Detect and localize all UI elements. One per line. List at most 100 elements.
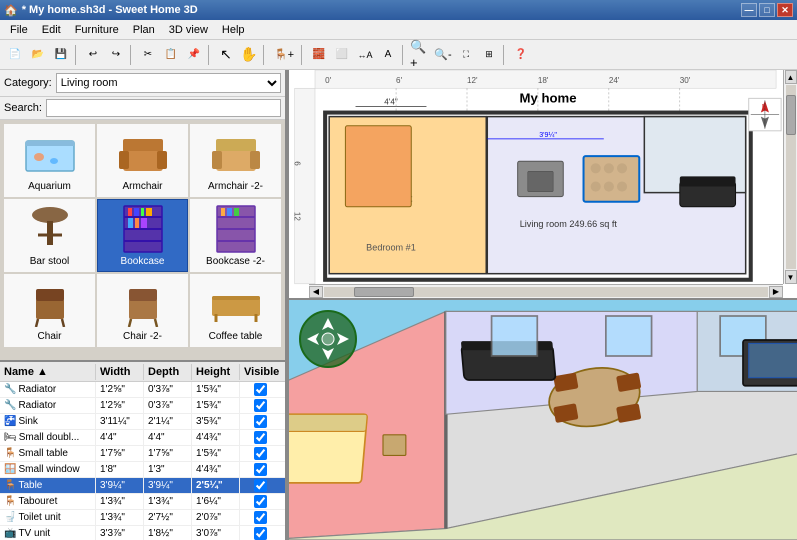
fit-button[interactable]: ⛶ [455, 44, 477, 66]
search-input[interactable] [46, 99, 281, 117]
text-button[interactable]: A [377, 44, 399, 66]
copy-button[interactable]: 📋 [160, 44, 182, 66]
col-width[interactable]: Width [96, 364, 144, 380]
td-height: 4'4¾" [192, 430, 240, 445]
col-depth[interactable]: Depth [144, 364, 192, 380]
cut-button[interactable]: ✂ [137, 44, 159, 66]
undo-button[interactable]: ↩ [82, 44, 104, 66]
table-row[interactable]: 🪑Small table 1'7⅝" 1'7⅝" 1'5¾" [0, 446, 285, 462]
table-row[interactable]: 🔧Radiator 1'2⅝" 0'3⅞" 1'5¾" [0, 382, 285, 398]
titlebar-controls: — □ ✕ [741, 3, 793, 17]
toolbar: 📄 📂 💾 ↩ ↪ ✂ 📋 📌 ↖ ✋ 🪑+ 🧱 ⬜ ↔A A 🔍+ 🔍- ⛶ … [0, 40, 797, 70]
scroll-left-btn[interactable]: ◀ [309, 286, 323, 298]
td-visible [240, 446, 280, 461]
chair2-icon [113, 279, 173, 329]
coffeetable-label: Coffee table [209, 331, 263, 342]
zoom-in-button[interactable]: 🔍+ [409, 44, 431, 66]
td-width: 3'3⅞" [96, 526, 144, 540]
table-row[interactable]: 🔧Radiator 1'2⅝" 0'3⅞" 1'5¾" [0, 398, 285, 414]
cursor-button[interactable]: ↖ [215, 44, 237, 66]
allview-button[interactable]: ⊞ [478, 44, 500, 66]
zoom-out-button[interactable]: 🔍- [432, 44, 454, 66]
svg-text:Living room 249.66 sq ft: Living room 249.66 sq ft [520, 219, 618, 229]
3d-navigation-control[interactable] [299, 310, 357, 368]
furniture-item-armchair[interactable]: Armchair [97, 124, 188, 197]
menu-furniture[interactable]: Furniture [69, 21, 125, 39]
td-height: 3'0⅞" [192, 526, 240, 540]
open-button[interactable]: 📂 [27, 44, 49, 66]
furniture-item-chair[interactable]: Chair [4, 274, 95, 347]
furniture-item-coffeetable[interactable]: Coffee table [190, 274, 281, 347]
td-visible [240, 526, 280, 540]
new-button[interactable]: 📄 [4, 44, 26, 66]
scroll-thumb-h[interactable] [354, 287, 414, 297]
h-scrollbar[interactable]: ◀ ▶ [309, 284, 783, 298]
scroll-right-btn[interactable]: ▶ [769, 286, 783, 298]
v-scrollbar[interactable]: ▲ ▼ [783, 70, 797, 284]
td-height: 2'0⅞" [192, 510, 240, 525]
scroll-down-btn[interactable]: ▼ [785, 270, 797, 284]
maximize-button[interactable]: □ [759, 3, 775, 17]
bookcase-svg [120, 204, 166, 254]
view3d[interactable] [289, 300, 797, 540]
furniture-item-chair2[interactable]: Chair -2- [97, 274, 188, 347]
td-height: 2'5¼" [192, 478, 240, 493]
room-button[interactable]: ⬜ [331, 44, 353, 66]
col-visible[interactable]: Visible [240, 364, 280, 380]
scroll-up-btn[interactable]: ▲ [785, 70, 797, 84]
3d-view-svg [289, 300, 797, 540]
table-row[interactable]: 🛏Small doubl... 4'4" 4'4" 4'4¾" [0, 430, 285, 446]
dim-button[interactable]: ↔A [354, 44, 376, 66]
td-name: 🚰Sink [0, 414, 96, 429]
furniture-item-bookcase2[interactable]: Bookcase -2- [190, 199, 281, 272]
table-body: 🔧Radiator 1'2⅝" 0'3⅞" 1'5¾" 🔧Radiator 1'… [0, 382, 285, 540]
wall-button[interactable]: 🧱 [308, 44, 330, 66]
svg-text:6: 6 [292, 161, 301, 166]
redo-button[interactable]: ↪ [105, 44, 127, 66]
table-row[interactable]: 🚽Toilet unit 1'3¾" 2'7½" 2'0⅞" [0, 510, 285, 526]
toolbar-sep3 [208, 45, 212, 65]
furniture-item-barstool[interactable]: Bar stool [4, 199, 95, 272]
table-row[interactable]: 🪑Tabouret 1'3¾" 1'3¾" 1'6¼" [0, 494, 285, 510]
bookcase-label: Bookcase [121, 256, 165, 267]
menu-edit[interactable]: Edit [36, 21, 67, 39]
furniture-item-bookcase[interactable]: Bookcase [97, 199, 188, 272]
toolbar-sep4 [263, 45, 267, 65]
furniture-item-aquarium[interactable]: Aquarium [4, 124, 95, 197]
svg-text:6': 6' [396, 76, 403, 85]
col-name[interactable]: Name ▲ [0, 364, 96, 380]
svg-text:Bedroom #1: Bedroom #1 [366, 242, 416, 252]
search-bar: Search: [0, 97, 285, 120]
td-height: 1'5¾" [192, 398, 240, 413]
menu-file[interactable]: File [4, 21, 34, 39]
paste-button[interactable]: 📌 [183, 44, 205, 66]
category-select[interactable]: Living room [56, 73, 281, 93]
td-width: 3'11¼" [96, 414, 144, 429]
scroll-track-v[interactable] [786, 85, 796, 269]
td-name: 🔧Radiator [0, 398, 96, 413]
floor-plan[interactable]: 0' 6' 12' 18' 24' 30' 6 12 My home 4'4" [289, 70, 797, 300]
td-height: 1'5¾" [192, 446, 240, 461]
close-button[interactable]: ✕ [777, 3, 793, 17]
menu-plan[interactable]: Plan [127, 21, 161, 39]
chair-svg [26, 281, 74, 327]
menu-3dview[interactable]: 3D view [163, 21, 214, 39]
help-button[interactable]: ❓ [510, 44, 532, 66]
minimize-button[interactable]: — [741, 3, 757, 17]
save-button[interactable]: 💾 [50, 44, 72, 66]
td-visible [240, 494, 280, 509]
scroll-thumb-v[interactable] [786, 95, 796, 135]
furniture-item-armchair2[interactable]: Armchair -2- [190, 124, 281, 197]
menu-help[interactable]: Help [216, 21, 251, 39]
table-row-selected[interactable]: 🪑Table 3'9¼" 3'9¼" 2'5¼" [0, 478, 285, 494]
svg-text:4'4": 4'4" [384, 97, 398, 106]
svg-text:12: 12 [292, 212, 301, 222]
table-row[interactable]: 📺TV unit 3'3⅞" 1'8½" 3'0⅞" [0, 526, 285, 540]
table-row[interactable]: 🪟Small window 1'8" 1'3" 4'4¾" [0, 462, 285, 478]
table-row[interactable]: 🚰Sink 3'11¼" 2'1¼" 3'5¾" [0, 414, 285, 430]
td-name: 🚽Toilet unit [0, 510, 96, 525]
scroll-track-h[interactable] [324, 287, 768, 297]
col-height[interactable]: Height [192, 364, 240, 380]
add-furniture-button[interactable]: 🪑+ [270, 44, 298, 66]
hand-button[interactable]: ✋ [238, 44, 260, 66]
